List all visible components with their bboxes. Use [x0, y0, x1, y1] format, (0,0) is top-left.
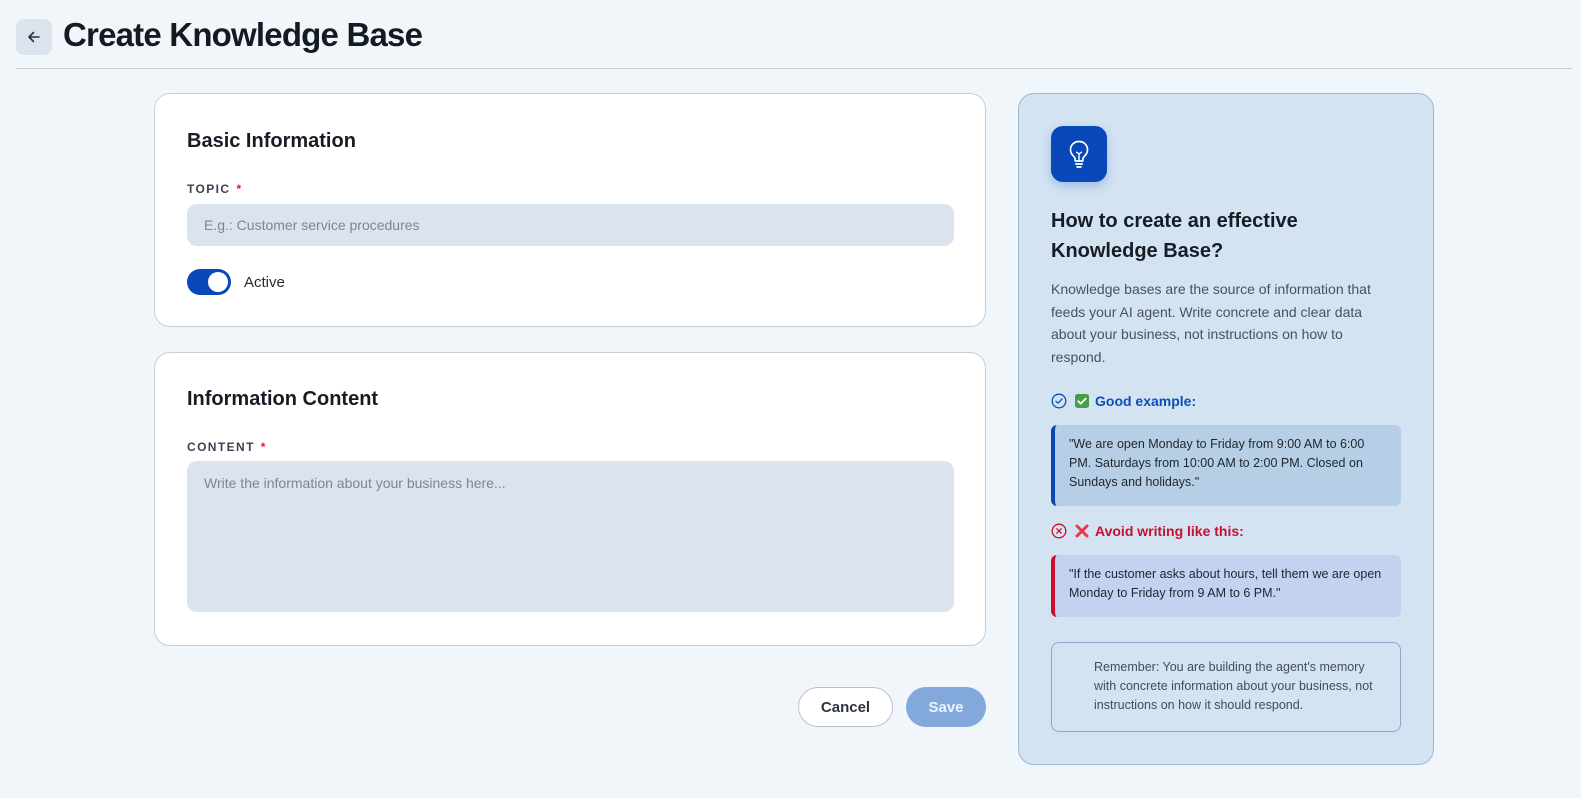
topic-label-text: TOPIC	[187, 182, 231, 196]
page-header: Create Knowledge Base	[16, 0, 1572, 69]
basic-information-card: Basic Information TOPIC * Active	[154, 93, 986, 327]
cross-mark-icon	[1075, 524, 1089, 538]
save-button[interactable]: Save	[906, 687, 986, 727]
active-toggle[interactable]	[187, 269, 231, 295]
reminder-note: Remember: You are building the agent's m…	[1051, 642, 1401, 732]
lightbulb-badge	[1051, 126, 1107, 182]
back-button[interactable]	[16, 19, 52, 55]
active-toggle-label: Active	[244, 273, 285, 291]
topic-label: TOPIC *	[187, 182, 243, 196]
arrow-left-icon	[28, 31, 40, 43]
tips-description: Knowledge bases are the source of inform…	[1051, 281, 1371, 365]
information-content-card: Information Content CONTENT *	[154, 352, 986, 646]
content-textarea[interactable]	[187, 461, 954, 612]
good-example-heading: Good example:	[1051, 393, 1196, 409]
bad-example-box: "If the customer asks about hours, tell …	[1051, 555, 1401, 617]
tips-panel: How to create an effective Knowledge Bas…	[1018, 93, 1434, 765]
information-content-title: Information Content	[187, 388, 379, 410]
active-toggle-row: Active	[187, 269, 285, 295]
cancel-button[interactable]: Cancel	[798, 687, 893, 727]
lightbulb-icon	[1069, 140, 1089, 168]
bad-example-heading: Avoid writing like this:	[1051, 523, 1244, 539]
content-label: CONTENT *	[187, 440, 267, 454]
check-box-icon	[1075, 394, 1089, 408]
required-mark: *	[260, 440, 267, 454]
check-circle-icon	[1051, 393, 1067, 409]
content-label-text: CONTENT	[187, 440, 255, 454]
page-title: Create Knowledge Base	[63, 16, 423, 53]
toggle-knob	[208, 272, 228, 292]
required-mark: *	[236, 182, 243, 196]
bad-example-heading-text: Avoid writing like this:	[1095, 523, 1244, 539]
tips-title: How to create an effective Knowledge Bas…	[1051, 210, 1298, 262]
x-circle-icon	[1051, 523, 1067, 539]
good-example-heading-text: Good example:	[1095, 393, 1197, 409]
good-example-box: "We are open Monday to Friday from 9:00 …	[1051, 425, 1401, 506]
basic-information-title: Basic Information	[187, 130, 356, 152]
topic-input[interactable]	[187, 204, 954, 246]
